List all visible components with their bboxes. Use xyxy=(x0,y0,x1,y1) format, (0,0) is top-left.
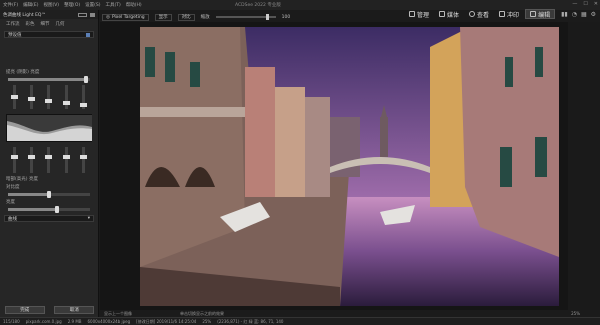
slider1-label-row: 提亮 (阴影) 亮度 xyxy=(6,70,40,75)
menu-organize[interactable]: 整理(O) xyxy=(64,2,80,8)
zoom-readout: 25% xyxy=(202,319,212,324)
eq-slider[interactable] xyxy=(62,85,70,109)
curve-label-row: 暗部(高光) 亮度 xyxy=(6,177,38,182)
menu-help[interactable]: 帮助(H) xyxy=(126,2,142,8)
options-icon[interactable] xyxy=(90,12,95,17)
panel-header: 色调曲线 Light EQ™ xyxy=(0,10,98,19)
left-panel: 色调曲线 Light EQ™ 工作流 彩色 细节 几何 预设值 提亮 (阴影) … xyxy=(0,10,99,318)
slider3-label-row: 亮度 xyxy=(6,200,15,205)
preset-select[interactable]: 预设值 xyxy=(4,31,94,38)
file-dims: 6000x4000x24b jpeg xyxy=(87,319,131,324)
slider1-fill xyxy=(8,78,86,81)
slider1-knob[interactable] xyxy=(83,76,88,83)
page-counter: 115/180 xyxy=(3,319,20,324)
status-bar: 115/180 pixpark.com.0.jpg 2.9 MB 6000x40… xyxy=(0,317,600,325)
close-icon[interactable]: ✕ xyxy=(594,1,598,7)
tone-curve-svg xyxy=(7,115,92,141)
eq-slider[interactable] xyxy=(11,147,19,173)
file-date: [修改日期] 2019/11/6 14:25:04 xyxy=(136,318,197,324)
cancel-button[interactable]: 取消 xyxy=(54,306,95,314)
view-toggle[interactable]: 显示 xyxy=(154,13,172,21)
target-icon: ◎ xyxy=(106,14,110,20)
compare-hint: 单击切换显示之前的效果 xyxy=(180,310,224,316)
slider2[interactable] xyxy=(8,191,90,198)
eq-sliders-top xyxy=(0,83,98,111)
curve-select[interactable]: 曲线 ▾ xyxy=(4,215,94,222)
tab-detail[interactable]: 细节 xyxy=(41,21,50,27)
zoom-value: 100 xyxy=(281,14,291,20)
right-strip xyxy=(568,22,600,310)
eq-slider[interactable] xyxy=(45,85,53,109)
menu-tools[interactable]: 工具(T) xyxy=(106,2,121,8)
slider1[interactable] xyxy=(8,76,90,83)
eq-sliders-bottom xyxy=(0,145,98,175)
zoom-slider[interactable] xyxy=(215,14,276,20)
prev-image-hint[interactable]: 显示上一个图像 xyxy=(104,311,132,317)
slider2-fill xyxy=(8,193,49,196)
slider2-knob[interactable] xyxy=(47,191,51,198)
tone-curve-graph[interactable] xyxy=(6,114,92,142)
slider2-label-row: 对比度 xyxy=(6,185,20,190)
slider3[interactable] xyxy=(8,206,90,213)
menu-file[interactable]: 文件(F) xyxy=(3,2,18,8)
compare-icon[interactable] xyxy=(78,12,87,17)
save-preset-icon[interactable] xyxy=(86,32,90,37)
pixel-targeting-button[interactable]: ◎ Pixel Targeting xyxy=(102,13,149,21)
tab-workflow[interactable]: 工作流 xyxy=(6,21,20,27)
eq-slider[interactable] xyxy=(28,85,36,109)
menu-settings[interactable]: 设置(S) xyxy=(85,2,100,8)
eq-slider[interactable] xyxy=(11,85,19,109)
tab-geometry[interactable]: 几何 xyxy=(56,21,65,27)
menu-view[interactable]: 视图(V) xyxy=(43,2,59,8)
eq-slider[interactable] xyxy=(45,147,53,173)
canvas-zoom[interactable]: 25% xyxy=(571,311,600,316)
eq-slider[interactable] xyxy=(79,147,87,173)
slider3-fill xyxy=(8,208,58,211)
panel-buttons: 完成 取消 xyxy=(0,306,99,314)
tab-color[interactable]: 彩色 xyxy=(26,21,35,27)
pixel-readout: (2236,871) - 红 绿 蓝: 86, 71, 140 xyxy=(217,318,284,324)
file-name: pixpark.com.0.jpg xyxy=(25,319,62,324)
slider3-knob[interactable] xyxy=(55,206,60,213)
minimize-icon[interactable]: — xyxy=(572,1,577,7)
canvas-status: 显示上一个图像 单击切换显示之前的效果 25% xyxy=(100,310,600,317)
maximize-icon[interactable]: ☐ xyxy=(583,1,587,7)
panel-tabs: 工作流 彩色 细节 几何 xyxy=(0,19,98,29)
edit-toolbar: ◎ Pixel Targeting 显示 对比 缩放 100 xyxy=(100,12,600,22)
done-button[interactable]: 完成 xyxy=(4,306,45,314)
window-title: ACDSee 2022 专业版 xyxy=(235,3,281,8)
compare-toggle[interactable]: 对比 xyxy=(177,13,195,21)
chevron-down-icon: ▾ xyxy=(87,216,90,221)
zoom-label: 缩放 xyxy=(200,15,210,20)
image-canvas[interactable] xyxy=(100,22,568,310)
photo-svg xyxy=(140,27,559,306)
eq-slider[interactable] xyxy=(79,85,87,109)
eq-slider[interactable] xyxy=(28,147,36,173)
eq-slider[interactable] xyxy=(62,147,70,173)
panel-toggle-icons[interactable] xyxy=(78,12,95,17)
menu-edit[interactable]: 编辑(E) xyxy=(23,2,38,8)
window-controls: — ☐ ✕ xyxy=(572,1,598,7)
file-size: 2.9 MB xyxy=(67,319,82,324)
venice-canal-photo xyxy=(140,27,559,306)
